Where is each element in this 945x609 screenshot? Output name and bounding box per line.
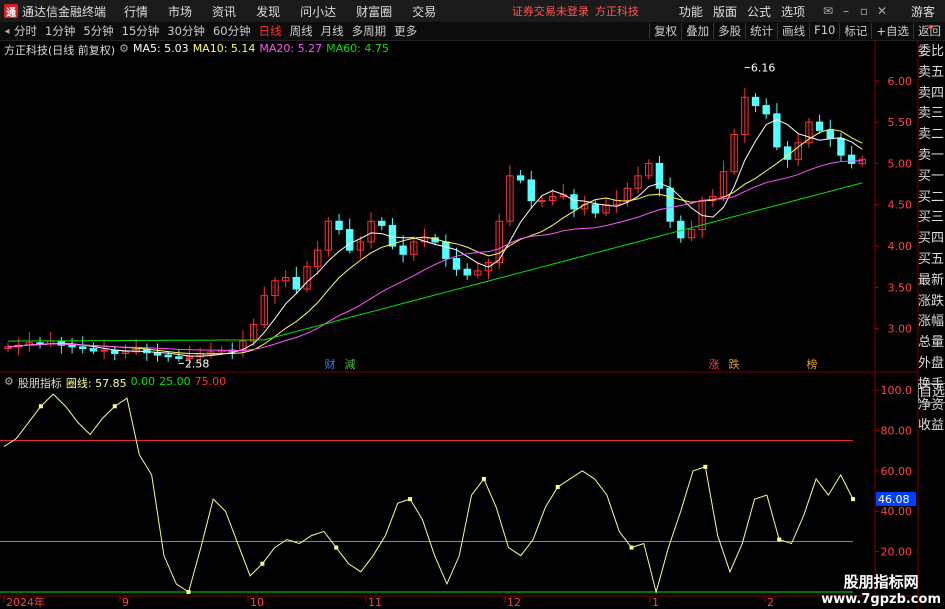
- low-price-label: 2.58: [185, 357, 210, 370]
- candle-body-15: [164, 354, 172, 358]
- sub-marker-dot-9: [112, 404, 117, 409]
- sub-current-label: 46.08: [878, 493, 910, 506]
- ma20-line: [7, 160, 863, 351]
- price-tick-label-1: 5.50: [888, 116, 913, 129]
- candle-body-48: [516, 175, 525, 181]
- sub-marker-dot-69: [851, 497, 855, 502]
- sub-marker-dot-21: [260, 561, 265, 566]
- event-marker-1: 減: [345, 357, 356, 371]
- kline-chart[interactable]: 6.00 5.50 5.00 4.50 4.00 3.50 3.00 100.0 80.00 60…: [0, 0, 945, 609]
- candle-body-71: [762, 105, 770, 115]
- event-marker-0: 财: [325, 357, 336, 371]
- sub-tick-label-2: 60.00: [881, 465, 913, 478]
- sub-marker-dot-33: [408, 497, 413, 502]
- sub-marker-dot-39: [481, 476, 486, 481]
- time-label-1: 9: [122, 596, 129, 609]
- ma60-line: [7, 182, 863, 342]
- sub-marker-dot-63: [777, 537, 782, 542]
- candle-body-6: [68, 344, 76, 348]
- sub-tick-label-0: 100.0: [881, 384, 913, 397]
- quote-field-5: 卖一: [918, 147, 945, 163]
- quote-field-10: 买五: [918, 251, 945, 267]
- event-marker-2: 涨: [709, 358, 720, 371]
- candle-body-77: [826, 129, 834, 140]
- quote-field-9: 买四: [918, 231, 945, 247]
- event-marker-4: 榜: [807, 357, 818, 371]
- sub-marker-dot-27: [334, 545, 339, 550]
- candle-body-35: [378, 220, 386, 226]
- candle-body-7: [79, 346, 87, 350]
- quote-field-11: 最新: [918, 272, 945, 288]
- time-label-6: 2: [767, 596, 774, 609]
- sub-indicator-line: [3, 393, 854, 594]
- sub-marker-dot-45: [555, 485, 560, 490]
- quote-field-4: 卖二: [918, 127, 945, 143]
- sub-tick-label-3: 40.00: [881, 505, 913, 518]
- high-price-label: 6.16: [751, 62, 776, 75]
- candle-body-31: [335, 220, 343, 231]
- quote-field-7: 买二: [918, 189, 945, 205]
- quote-field-1: 卖五: [918, 64, 945, 80]
- quote-field-3: 卖三: [918, 106, 945, 122]
- time-label-2: 10: [250, 596, 264, 609]
- time-label-5: 1: [652, 596, 659, 609]
- quote-field-0: 委比: [918, 44, 945, 59]
- candle-body-16: [175, 356, 183, 359]
- event-marker-3: 跌: [729, 357, 740, 371]
- candle-body-42: [452, 257, 461, 270]
- candle-body-9: [100, 349, 108, 352]
- sub-marker-dot-15: [186, 590, 191, 594]
- candle-body-72: [773, 113, 781, 148]
- candle-body-32: [346, 229, 354, 251]
- candle-body-79: [847, 154, 856, 164]
- quote-field-14: 总量: [918, 335, 945, 351]
- candle-body-55: [591, 204, 600, 214]
- price-tick-label-2: 5.00: [888, 157, 913, 170]
- candle-body-41: [442, 241, 450, 259]
- sub-marker-dot-57: [703, 464, 708, 469]
- quote-field-18: 收益: [918, 418, 945, 434]
- candle-body-76: [815, 121, 824, 131]
- time-label-3: 11: [368, 596, 382, 609]
- candle-body-49: [527, 179, 535, 202]
- quote-field-8: 买三: [918, 210, 945, 226]
- candle-body-3: [36, 342, 44, 345]
- candle-body-53: [570, 194, 578, 210]
- price-tick-label-4: 4.00: [888, 240, 913, 253]
- candle-body-27: [292, 276, 301, 290]
- candle-body-50: [538, 200, 546, 203]
- quote-field-2: 卖四: [918, 85, 945, 101]
- sub-tab-zixuan[interactable]: 自选: [918, 383, 945, 403]
- quote-side-panel: 委比 卖五 卖四 卖三 卖二 卖一 买一 买二 买三 买四 买五 最新 涨跌 涨幅 总量 外盘 换手 净资 收益: [918, 42, 945, 433]
- watermark: 股朋指标网 www.7gpzb.com: [821, 571, 941, 607]
- watermark-title: 股朋指标网: [843, 573, 919, 591]
- price-tick-label-0: 6.00: [888, 75, 913, 88]
- candle-body-8: [89, 348, 98, 352]
- candle-body-78: [837, 138, 845, 156]
- price-tick-label-6: 3.00: [888, 323, 913, 336]
- candle-body-43: [463, 268, 471, 276]
- quote-field-13: 涨幅: [918, 314, 945, 330]
- candle-body-70: [751, 96, 760, 107]
- candle-body-62: [666, 187, 674, 222]
- sub-marker-dot-3: [38, 404, 43, 409]
- time-label-4: 12: [507, 596, 521, 609]
- time-label-0: 2024年: [6, 595, 45, 609]
- price-tick-label-5: 3.50: [888, 281, 913, 294]
- quote-field-15: 外盘: [918, 355, 945, 371]
- sub-marker-dot-51: [629, 545, 634, 550]
- watermark-url: www.7gpzb.com: [821, 592, 941, 607]
- candle-body-37: [399, 245, 407, 255]
- quote-field-12: 涨跌: [918, 293, 945, 309]
- sub-tick-label-4: 20.00: [881, 546, 913, 559]
- price-tick-label-3: 4.50: [888, 199, 913, 212]
- quote-field-6: 买一: [918, 168, 945, 184]
- sub-tick-label-1: 80.00: [881, 424, 913, 437]
